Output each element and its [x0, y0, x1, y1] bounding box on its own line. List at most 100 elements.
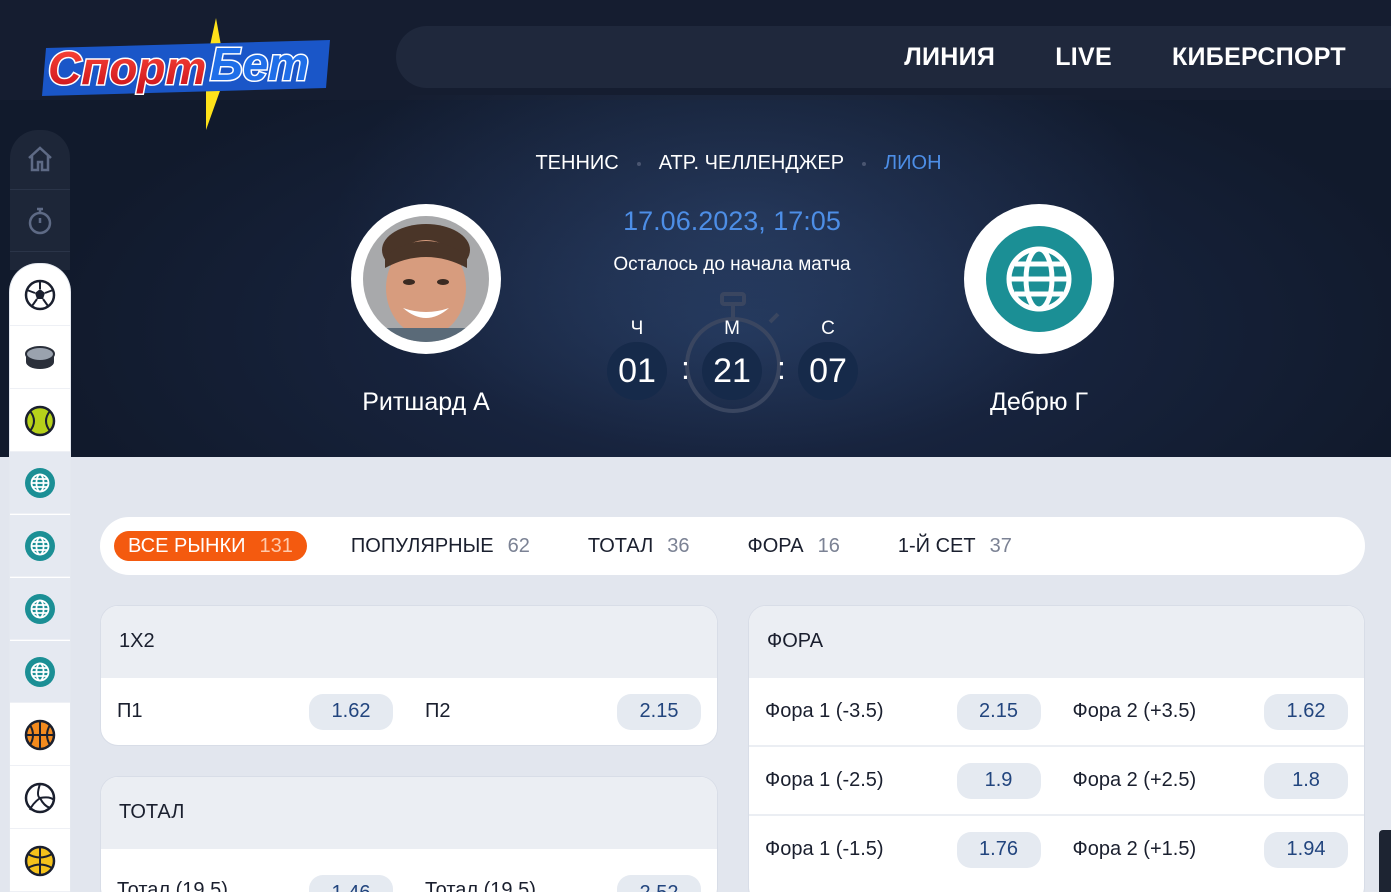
sidebar-item-volleyball[interactable]: [10, 767, 70, 829]
away-player-avatar: [964, 204, 1114, 354]
countdown-minutes: М 21: [702, 318, 762, 400]
outcome-under[interactable]: Тотал (19.5) 2.52: [409, 869, 717, 892]
market-row: Фора 1 (-2.5) 1.9 Фора 2 (+2.5) 1.8: [749, 745, 1364, 814]
outcome-handicap-2[interactable]: Фора 2 (+2.5) 1.8: [1057, 762, 1365, 799]
outcome-handicap-1[interactable]: Фора 1 (-1.5) 1.76: [749, 831, 1057, 868]
odd-button[interactable]: 1.46: [309, 875, 393, 892]
odd-button[interactable]: 2.15: [956, 693, 1041, 730]
home-player-avatar: [351, 204, 501, 354]
countdown-seconds: С 07: [798, 318, 858, 400]
outcome-label: Фора 1 (-1.5): [765, 838, 884, 860]
outcome-handicap-2[interactable]: Фора 2 (+1.5) 1.94: [1057, 831, 1365, 868]
nav-live[interactable]: LIVE: [1055, 43, 1112, 72]
home-player-name[interactable]: Ритшард А: [296, 388, 556, 417]
scrollbar-thumb[interactable]: [1379, 830, 1391, 892]
away-player: [964, 204, 1114, 354]
sidebar-item-other-2[interactable]: [10, 515, 70, 577]
globe-icon: [25, 530, 55, 561]
outcome-handicap-1[interactable]: Фора 1 (-2.5) 1.9: [749, 762, 1057, 799]
outcome-label: Фора 2 (+1.5): [1072, 838, 1197, 860]
minutes-unit: М: [724, 318, 740, 339]
market-row: Фора 1 (-3.5) 2.15 Фора 2 (+3.5) 1.62: [749, 676, 1364, 745]
volleyball-icon: [24, 782, 56, 813]
tab-label: ПОПУЛЯРНЫЕ: [350, 534, 494, 557]
soccer-ball-icon: [24, 279, 56, 310]
sidebar-item-soccer[interactable]: [10, 264, 70, 326]
time-separator: :: [777, 350, 786, 386]
market-row: Тотал (19.5) 1.46 Тотал (19.5) 2.52: [101, 847, 717, 892]
odd-button[interactable]: 1.94: [1264, 831, 1348, 868]
outcome-label: Фора 1 (-3.5): [765, 700, 884, 722]
outcome-home[interactable]: П1 1.62: [101, 693, 409, 730]
countdown-hours: Ч 01: [607, 318, 667, 400]
sidebar-item-handball[interactable]: [10, 830, 70, 892]
tab-count: 36: [667, 534, 690, 557]
outcome-label: Тотал (19.5): [425, 878, 536, 892]
odd-button[interactable]: 1.76: [956, 831, 1041, 868]
outcome-label: П1: [117, 700, 143, 722]
odd-button[interactable]: 1.8: [1264, 762, 1348, 799]
basketball-icon: [24, 719, 56, 750]
breadcrumb-tournament[interactable]: ATP. ЧЕЛЛЕНДЖЕР: [659, 152, 844, 175]
tab-total[interactable]: ТОТАЛ 36: [574, 531, 704, 561]
odd-button[interactable]: 2.15: [617, 693, 701, 730]
breadcrumb-separator: [636, 161, 641, 166]
away-player-name[interactable]: Дебрю Г: [909, 388, 1169, 417]
hockey-puck-icon: [25, 345, 55, 369]
market-row: П1 1.62 П2 2.15: [101, 676, 717, 745]
home-player: [351, 204, 501, 354]
odd-button[interactable]: 1.62: [1264, 693, 1348, 730]
seconds-value: 07: [798, 342, 858, 400]
outcome-label: Фора 1 (-2.5): [765, 769, 884, 791]
sidebar-item-other-3[interactable]: [10, 578, 70, 640]
market-total: ТОТАЛ Тотал (19.5) 1.46 Тотал (19.5) 2.5…: [100, 776, 718, 892]
globe-icon: [25, 656, 55, 687]
sidebar-item-tennis[interactable]: [10, 390, 70, 452]
sidebar-item-home[interactable]: [10, 128, 70, 190]
outcome-over[interactable]: Тотал (19.5) 1.46: [101, 869, 409, 892]
breadcrumb-sport[interactable]: ТЕННИС: [535, 152, 618, 175]
outcome-handicap-2[interactable]: Фора 2 (+3.5) 1.62: [1057, 693, 1365, 730]
tab-label: ВСЕ РЫНКИ: [128, 534, 246, 557]
market-tabs: ВСЕ РЫНКИ 131 ПОПУЛЯРНЫЕ 62 ТОТАЛ 36 ФОР…: [100, 517, 1365, 575]
globe-icon: [25, 593, 55, 624]
outcome-handicap-1[interactable]: Фора 1 (-3.5) 2.15: [749, 693, 1057, 730]
breadcrumb-city[interactable]: ЛИОН: [884, 152, 942, 175]
outcome-away[interactable]: П2 2.15: [409, 693, 717, 730]
hours-value: 01: [607, 342, 667, 400]
outcome-label: П2: [425, 700, 451, 722]
time-separator: :: [681, 350, 690, 386]
svg-text:Спорт: Спорт: [48, 42, 206, 94]
match-datetime: 17.06.2023, 17:05: [623, 206, 841, 236]
sidebar-item-hockey[interactable]: [10, 327, 70, 389]
market-row: Фора 1 (-1.5) 1.76 Фора 2 (+1.5) 1.94: [749, 814, 1364, 883]
tab-count: 131: [259, 534, 293, 557]
outcome-label: Фора 2 (+3.5): [1072, 700, 1197, 722]
market-title: 1X2: [101, 606, 717, 676]
globe-icon: [986, 226, 1092, 332]
sidebar-item-timer[interactable]: [10, 190, 70, 252]
tab-popular[interactable]: ПОПУЛЯРНЫЕ 62: [337, 531, 544, 561]
handball-icon: [24, 845, 56, 876]
outcome-label: Тотал (19.5): [117, 878, 228, 892]
odd-button[interactable]: 1.62: [309, 693, 393, 730]
countdown-label: Осталось до начала матча: [613, 254, 851, 275]
seconds-unit: С: [821, 318, 835, 339]
top-navigation: ЛИНИЯ LIVE КИБЕРСПОРТ: [396, 26, 1391, 88]
sidebar-item-other-4[interactable]: [10, 641, 70, 703]
tab-handicap[interactable]: ФОРА 16: [734, 531, 854, 561]
minutes-value: 21: [702, 342, 762, 400]
odd-button[interactable]: 1.9: [956, 762, 1041, 799]
nav-esports[interactable]: КИБЕРСПОРТ: [1172, 43, 1346, 72]
sidebar-item-basketball[interactable]: [10, 704, 70, 766]
odd-button[interactable]: 2.52: [617, 875, 701, 892]
tab-label: ТОТАЛ: [587, 534, 654, 557]
globe-icon: [25, 467, 55, 498]
sidebar-item-other-1[interactable]: [10, 452, 70, 514]
home-icon: [28, 145, 52, 171]
market-title: ТОТАЛ: [101, 777, 717, 847]
tab-all-markets[interactable]: ВСЕ РЫНКИ 131: [114, 531, 307, 561]
sportbet-logo[interactable]: Спорт Бет: [38, 18, 338, 130]
nav-line[interactable]: ЛИНИЯ: [904, 43, 995, 72]
tab-first-set[interactable]: 1-Й СЕТ 37: [884, 531, 1026, 561]
